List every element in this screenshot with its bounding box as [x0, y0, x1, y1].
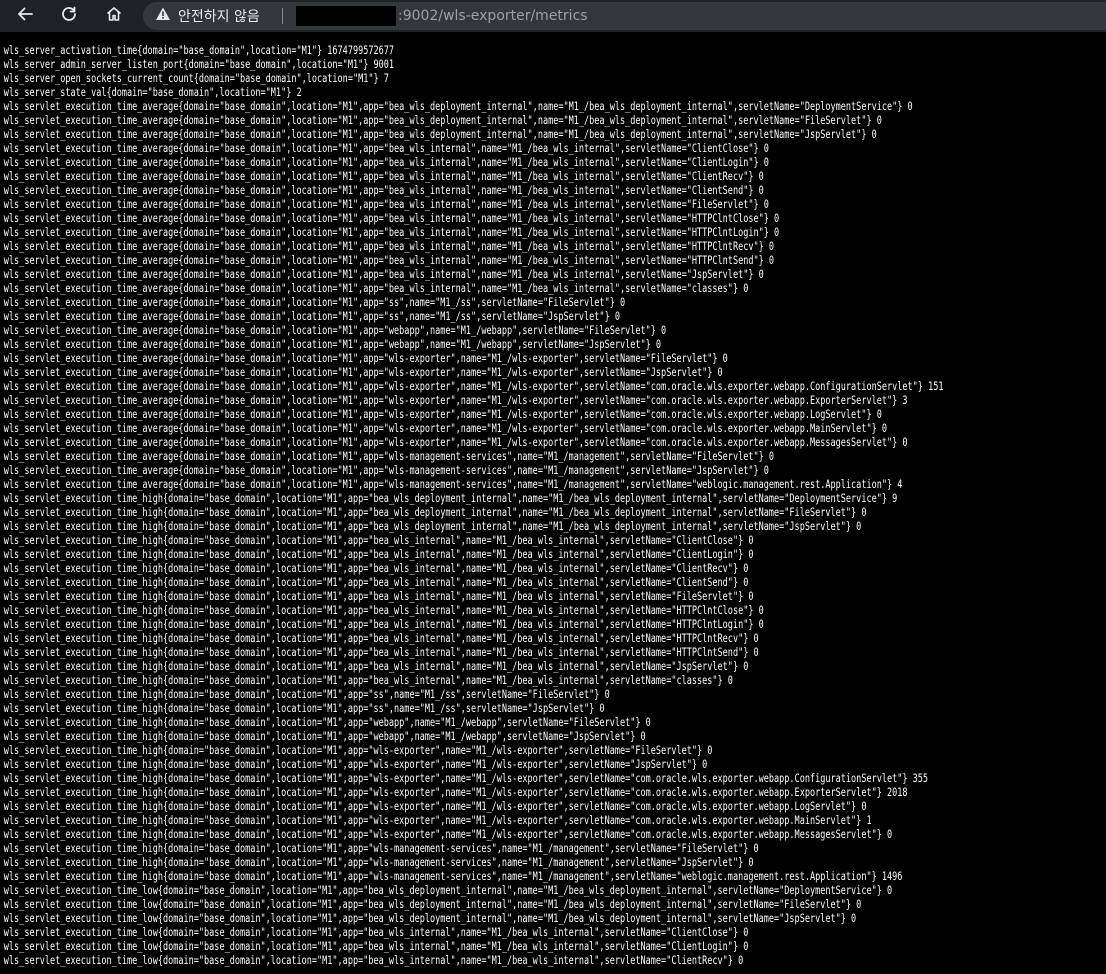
home-button[interactable]	[99, 1, 129, 31]
metric-line: wls_servlet_execution_time_average{domai…	[3, 240, 775, 253]
omnibox-divider	[282, 8, 283, 24]
metric-line: wls_servlet_execution_time_high{domain="…	[3, 856, 754, 869]
metric-line: wls_servlet_execution_time_low{domain="b…	[3, 884, 893, 897]
arrow-left-icon	[16, 5, 34, 27]
metric-line: wls_servlet_execution_time_high{domain="…	[3, 800, 867, 813]
metric-line: wls_servlet_execution_time_high{domain="…	[3, 688, 610, 701]
metric-line: wls_servlet_execution_time_high{domain="…	[3, 660, 749, 673]
metric-line: wls_servlet_execution_time_average{domai…	[3, 296, 626, 309]
site-info-button[interactable]: 안전하지 않음	[155, 2, 260, 30]
metric-line: wls_servlet_execution_time_average{domai…	[3, 114, 882, 127]
metric-line: wls_servlet_execution_time_high{domain="…	[3, 506, 867, 519]
redacted-host	[296, 6, 396, 26]
metric-line: wls_servlet_execution_time_high{domain="…	[3, 744, 713, 757]
browser-toolbar: 안전하지 않음 :9002/wls-exporter/metrics	[0, 0, 1106, 32]
metric-line: wls_servlet_execution_time_low{domain="b…	[3, 912, 857, 925]
metric-line: wls_servlet_execution_time_high{domain="…	[3, 590, 754, 603]
metric-line: wls_servlet_execution_time_high{domain="…	[3, 730, 646, 743]
back-button[interactable]	[10, 1, 40, 31]
metric-line: wls_servlet_execution_time_average{domai…	[3, 254, 775, 267]
metric-line: wls_servlet_execution_time_high{domain="…	[3, 604, 764, 617]
page-content: wls_server_activation_time{domain="base_…	[0, 32, 1106, 974]
url-field[interactable]: :9002/wls-exporter/metrics	[296, 2, 1096, 30]
metric-line: wls_servlet_execution_time_high{domain="…	[3, 786, 908, 799]
metric-line: wls_servlet_execution_time_average{domai…	[3, 324, 667, 337]
metric-line: wls_servlet_execution_time_average{domai…	[3, 408, 882, 421]
warning-triangle-icon	[155, 6, 171, 26]
metric-line: wls_servlet_execution_time_average{domai…	[3, 268, 764, 281]
metric-line: wls_servlet_execution_time_average{domai…	[3, 464, 769, 477]
refresh-icon	[60, 5, 78, 27]
metric-line: wls_servlet_execution_time_high{domain="…	[3, 576, 749, 589]
metric-line: wls_servlet_execution_time_average{domai…	[3, 184, 764, 197]
metric-line: wls_servlet_execution_time_high{domain="…	[3, 828, 893, 841]
metrics-text: wls_server_activation_time{domain="base_…	[0, 32, 944, 968]
metric-line: wls_servlet_execution_time_low{domain="b…	[3, 940, 749, 953]
security-status-label: 안전하지 않음	[178, 9, 260, 25]
metric-line: wls_servlet_execution_time_average{domai…	[3, 478, 903, 491]
metric-line: wls_servlet_execution_time_average{domai…	[3, 142, 769, 155]
metric-line: wls_servlet_execution_time_high{domain="…	[3, 772, 929, 785]
metric-line: wls_servlet_execution_time_high{domain="…	[3, 814, 872, 827]
metric-line: wls_servlet_execution_time_high{domain="…	[3, 562, 749, 575]
metric-line: wls_servlet_execution_time_average{domai…	[3, 436, 908, 449]
metric-line: wls_server_activation_time{domain="base_…	[3, 44, 395, 57]
metric-line: wls_servlet_execution_time_high{domain="…	[3, 520, 862, 533]
url-path: :9002/wls-exporter/metrics	[398, 8, 588, 24]
metric-line: wls_servlet_execution_time_high{domain="…	[3, 870, 903, 883]
metric-line: wls_servlet_execution_time_high{domain="…	[3, 492, 898, 505]
metric-line: wls_server_admin_server_listen_port{doma…	[3, 58, 395, 71]
metric-line: wls_servlet_execution_time_low{domain="b…	[3, 954, 744, 967]
metric-line: wls_servlet_execution_time_average{domai…	[3, 394, 908, 407]
metric-line: wls_servlet_execution_time_average{domai…	[3, 156, 769, 169]
address-bar[interactable]: 안전하지 않음 :9002/wls-exporter/metrics	[143, 2, 1106, 30]
metric-line: wls_servlet_execution_time_average{domai…	[3, 310, 620, 323]
metric-line: wls_servlet_execution_time_average{domai…	[3, 170, 764, 183]
metric-line: wls_server_state_val{domain="base_domain…	[3, 86, 302, 99]
metric-line: wls_servlet_execution_time_average{domai…	[3, 100, 913, 113]
metric-line: wls_server_open_sockets_current_count{do…	[3, 72, 389, 85]
metric-line: wls_servlet_execution_time_high{domain="…	[3, 674, 733, 687]
metric-line: wls_servlet_execution_time_high{domain="…	[3, 842, 759, 855]
metric-line: wls_servlet_execution_time_high{domain="…	[3, 548, 754, 561]
metric-line: wls_servlet_execution_time_average{domai…	[3, 422, 887, 435]
metric-line: wls_servlet_execution_time_average{domai…	[3, 226, 780, 239]
metric-line: wls_servlet_execution_time_average{domai…	[3, 282, 749, 295]
metric-line: wls_servlet_execution_time_high{domain="…	[3, 618, 764, 631]
metric-line: wls_servlet_execution_time_average{domai…	[3, 212, 780, 225]
home-icon	[105, 5, 123, 27]
metric-line: wls_servlet_execution_time_average{domai…	[3, 366, 723, 379]
metric-line: wls_servlet_execution_time_low{domain="b…	[3, 926, 749, 939]
metric-line: wls_servlet_execution_time_high{domain="…	[3, 632, 759, 645]
metric-line: wls_servlet_execution_time_average{domai…	[3, 450, 775, 463]
metric-line: wls_servlet_execution_time_average{domai…	[3, 380, 944, 393]
metric-line: wls_servlet_execution_time_high{domain="…	[3, 534, 754, 547]
metric-line: wls_servlet_execution_time_high{domain="…	[3, 702, 605, 715]
metric-line: wls_servlet_execution_time_average{domai…	[3, 352, 728, 365]
metric-line: wls_servlet_execution_time_average{domai…	[3, 128, 877, 141]
metric-line: wls_servlet_execution_time_high{domain="…	[3, 716, 651, 729]
reload-button[interactable]	[54, 1, 84, 31]
metric-line: wls_servlet_execution_time_low{domain="b…	[3, 898, 862, 911]
metric-line: wls_servlet_execution_time_average{domai…	[3, 198, 769, 211]
metric-line: wls_servlet_execution_time_high{domain="…	[3, 758, 708, 771]
metric-line: wls_servlet_execution_time_high{domain="…	[3, 646, 759, 659]
metric-line: wls_servlet_execution_time_average{domai…	[3, 338, 662, 351]
